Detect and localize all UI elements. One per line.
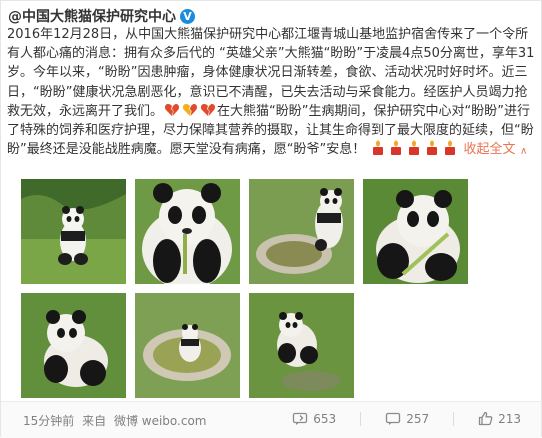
chevron-up-icon: ∨ bbox=[519, 145, 527, 157]
candle-icon bbox=[406, 140, 422, 156]
divider bbox=[360, 411, 362, 426]
author-name-link[interactable]: @中国大熊猫保护研究中心 bbox=[8, 6, 176, 26]
photo-panda-in-pool[interactable] bbox=[135, 293, 240, 398]
post-content: 2016年12月28日，从中国大熊猫保护研究中心都江堰青城山基地监护宿舍传来了一… bbox=[7, 25, 535, 160]
comment-button[interactable]: 257 bbox=[385, 412, 429, 426]
broken-heart-icon bbox=[164, 102, 180, 118]
candle-icon bbox=[442, 140, 458, 156]
divider bbox=[453, 411, 455, 426]
post-header: @中国大熊猫保护研究中心 V bbox=[8, 5, 195, 27]
post-time-link[interactable]: 15分钟前 bbox=[23, 414, 74, 428]
comment-icon bbox=[386, 412, 401, 425]
candle-icon bbox=[388, 140, 404, 156]
photo-panda-by-pool[interactable] bbox=[249, 179, 354, 284]
post-footer: 15分钟前 来自 微博 weibo.com 653 257 213 bbox=[1, 401, 541, 438]
broken-heart-icon bbox=[200, 102, 216, 118]
post-meta: 15分钟前 来自 微博 weibo.com bbox=[23, 412, 211, 429]
photo-panda-closeup-eating[interactable] bbox=[135, 179, 240, 284]
source-prefix: 来自 bbox=[82, 414, 107, 428]
candle-icon bbox=[370, 140, 386, 156]
repost-count: 653 bbox=[313, 411, 337, 426]
candle-icon bbox=[424, 140, 440, 156]
photo-panda-resting-grass[interactable] bbox=[249, 293, 354, 398]
weibo-post-card: @中国大熊猫保护研究中心 V 2016年12月28日，从中国大熊猫保护研究中心都… bbox=[0, 0, 542, 438]
post-actions: 653 257 213 bbox=[268, 411, 521, 426]
photo-panda-eating-bamboo[interactable] bbox=[363, 179, 468, 284]
verified-badge-icon[interactable]: V bbox=[180, 8, 195, 24]
comment-count: 257 bbox=[406, 411, 430, 426]
repost-icon bbox=[293, 412, 308, 425]
like-count: 213 bbox=[498, 411, 521, 426]
broken-heart-icon bbox=[182, 102, 198, 118]
collapse-full-text-link[interactable]: 收起全文 ∨ bbox=[464, 142, 527, 157]
like-button[interactable]: 213 bbox=[478, 411, 521, 426]
collapse-link-label: 收起全文 bbox=[463, 142, 516, 158]
photo-panda-lying-grass[interactable] bbox=[21, 293, 126, 398]
photo-panda-sitting-grass[interactable] bbox=[21, 179, 126, 284]
source-link[interactable]: 微博 weibo.com bbox=[114, 414, 207, 428]
thumbs-up-icon bbox=[478, 411, 493, 426]
repost-button[interactable]: 653 bbox=[292, 412, 336, 426]
